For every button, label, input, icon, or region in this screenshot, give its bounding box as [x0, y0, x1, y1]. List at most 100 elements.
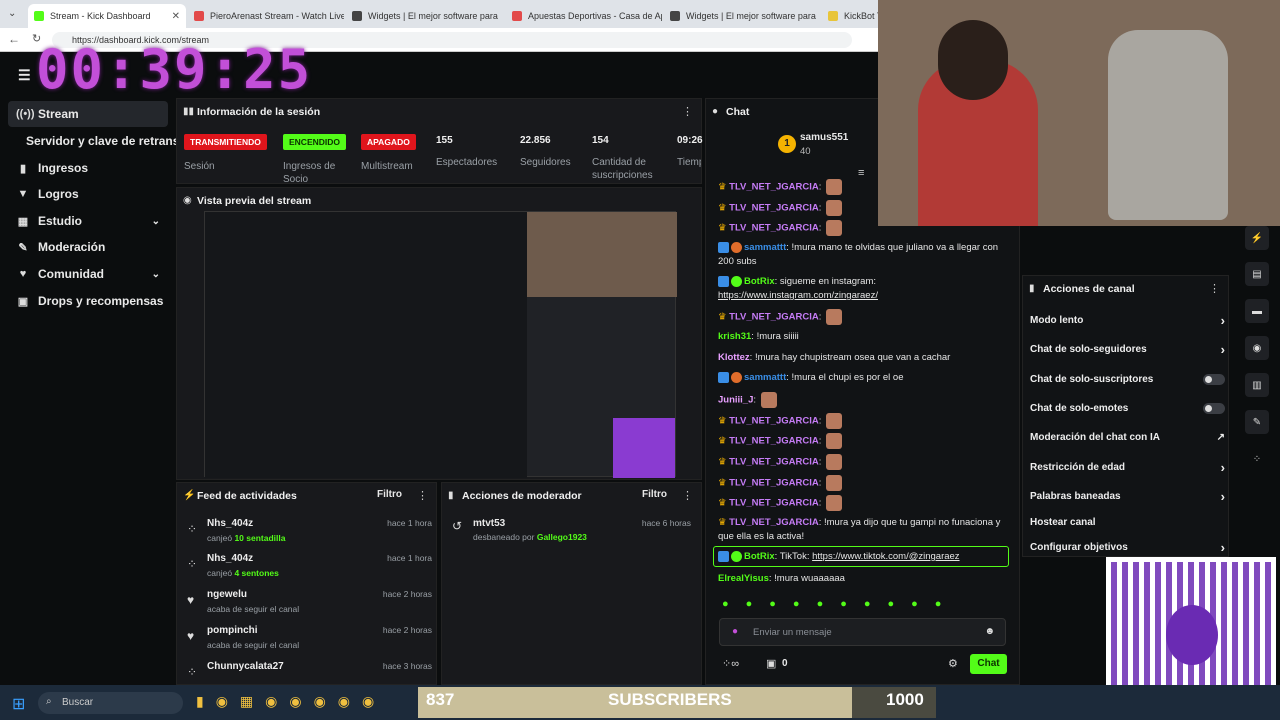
- action-ai-moderation[interactable]: Moderación del chat con IA ↗: [1030, 427, 1225, 447]
- broadcast-icon[interactable]: ◉: [1245, 336, 1269, 360]
- close-icon[interactable]: ✕: [172, 11, 180, 22]
- feed-user[interactable]: Nhs_404z: [207, 518, 253, 529]
- layout-icon[interactable]: ▥: [1245, 373, 1269, 397]
- kebab-menu-icon[interactable]: ⋮: [682, 105, 693, 118]
- sidebar-item-drops[interactable]: ▣ Drops y recompensas: [8, 288, 168, 314]
- chat-icon[interactable]: ▬: [1245, 299, 1269, 323]
- toggle-switch[interactable]: [1203, 373, 1225, 385]
- heart-icon: ♥: [19, 268, 27, 280]
- chat-username[interactable]: TLV_NET_JGARCIA: [729, 223, 819, 234]
- chat-username[interactable]: sammattt: [744, 372, 786, 383]
- tab-kickbot[interactable]: KickBot TT: [822, 4, 878, 28]
- wrench-icon[interactable]: ✎: [1245, 410, 1269, 434]
- points-icon[interactable]: ⁘: [1245, 447, 1269, 471]
- chat-username[interactable]: TLV_NET_JGARCIA: [729, 312, 819, 323]
- feed-time: hace 2 horas: [382, 589, 432, 599]
- filter-button[interactable]: Filtro: [377, 489, 402, 500]
- chat-username[interactable]: Juniii_J: [718, 395, 753, 406]
- preview-webcam: [527, 212, 677, 297]
- feed-user[interactable]: Nhs_404z: [207, 553, 253, 564]
- toggle-switch[interactable]: [1203, 402, 1225, 414]
- taskbar-app-icons[interactable]: ▮◉▦◉◉◉◉◉: [196, 693, 386, 710]
- back-icon[interactable]: ←: [8, 32, 20, 46]
- heart-icon: ♥: [187, 629, 195, 643]
- status-badge-session: TRANSMITIENDO: [184, 134, 267, 150]
- sidebar-item-stream[interactable]: ((•)) Stream: [8, 101, 168, 127]
- tab-list-chevron-icon[interactable]: ⌄: [8, 8, 16, 19]
- action-emotes-only[interactable]: Chat de solo-emotes: [1030, 398, 1225, 418]
- feed-user[interactable]: ngewelu: [207, 589, 247, 600]
- leaderboard-user[interactable]: samus551: [800, 132, 848, 143]
- chat-username[interactable]: TLV_NET_JGARCIA: [729, 517, 819, 528]
- chat-username[interactable]: Klottez: [718, 352, 750, 363]
- chat-username[interactable]: TLV_NET_JGARCIA: [729, 498, 819, 509]
- chevron-down-icon[interactable]: ⌄: [152, 269, 160, 280]
- tab-widgets-1[interactable]: Widgets | El mejor software para: [346, 4, 504, 28]
- chat-username[interactable]: BotRix: [744, 276, 775, 287]
- microphone-icon[interactable]: ●: [732, 626, 738, 637]
- crown-badge-icon: ♛: [718, 477, 730, 489]
- chat-message: ♛ TLV_NET_JGARCIA:: [718, 413, 1008, 429]
- feed-user[interactable]: pompinchi: [207, 625, 258, 636]
- chat-separator: :: [818, 477, 824, 489]
- stream-preview-video[interactable]: [204, 211, 677, 478]
- verified-icon: [718, 275, 729, 287]
- windows-start-icon[interactable]: ⊞: [12, 694, 25, 714]
- action-subscribers-only[interactable]: Chat de solo-suscriptores: [1030, 369, 1225, 389]
- panel-title: Feed de actividades: [197, 490, 297, 502]
- feed-user[interactable]: Chunnycalata27: [207, 661, 284, 672]
- kick-favicon: [34, 11, 44, 21]
- tab-pieroarenast[interactable]: PieroArenast Stream - Watch Live: [188, 4, 344, 28]
- tab-apuestas[interactable]: Apuestas Deportivas - Casa de Ap: [506, 4, 662, 28]
- chat-username[interactable]: TLV_NET_JGARCIA: [729, 478, 819, 489]
- filter-icon[interactable]: ≡: [858, 167, 864, 179]
- kebab-menu-icon[interactable]: ⋮: [417, 489, 428, 502]
- action-slow-mode[interactable]: Modo lento ›: [1030, 310, 1225, 330]
- crown-badge-icon: ♛: [718, 222, 730, 234]
- emoji-icon[interactable]: ☻: [984, 626, 995, 637]
- sidebar-item-ingresos[interactable]: ▮ Ingresos: [8, 155, 168, 181]
- action-followers-only[interactable]: Chat de solo-seguidores ›: [1030, 339, 1225, 359]
- send-chat-button[interactable]: Chat: [970, 654, 1007, 674]
- trophy-icon: ▼: [17, 188, 29, 200]
- sidebar-item-moderacion[interactable]: ✎ Moderación: [8, 234, 168, 260]
- chat-username[interactable]: TLV_NET_JGARCIA: [729, 203, 819, 214]
- sidebar-item-estudio[interactable]: ▦ Estudio ⌄: [8, 208, 168, 234]
- bolt-icon[interactable]: ⚡: [1245, 226, 1269, 250]
- sidebar-item-comunidad[interactable]: ♥ Comunidad ⌄: [8, 261, 168, 287]
- session-info-panel: ▮▮ Información de la sesión ⋮ TRANSMITIE…: [176, 98, 703, 185]
- chat-username[interactable]: TLV_NET_JGARCIA: [729, 436, 819, 447]
- kebab-menu-icon[interactable]: ⋮: [682, 489, 693, 502]
- fire-badge-icon: [731, 371, 742, 383]
- chat-username[interactable]: sammattt: [744, 242, 786, 253]
- gift-icon[interactable]: ▣: [766, 657, 776, 670]
- chevron-right-icon: ›: [1220, 341, 1225, 357]
- chat-username[interactable]: TLV_NET_JGARCIA: [729, 182, 819, 193]
- chevron-down-icon[interactable]: ⌄: [152, 216, 160, 227]
- mod-target-user[interactable]: mtvt53: [473, 518, 505, 529]
- chat-username[interactable]: TLV_NET_JGARCIA: [729, 457, 819, 468]
- document-icon[interactable]: ▤: [1245, 262, 1269, 286]
- stat-label: Sesión: [184, 161, 215, 172]
- tab-widgets-2[interactable]: Widgets | El mejor software para: [664, 4, 820, 28]
- sidebar-item-logros[interactable]: ▼ Logros: [8, 181, 168, 207]
- emote-quickbar[interactable]: ●●●●●●●●●●: [722, 598, 1012, 612]
- chat-username[interactable]: TLV_NET_JGARCIA: [729, 416, 819, 427]
- action-banned-words[interactable]: Palabras baneadas ›: [1030, 486, 1225, 506]
- gear-icon[interactable]: ⚙: [948, 657, 958, 670]
- sidebar-item-servidor[interactable]: Servidor y clave de retransmisión: [18, 128, 178, 154]
- filter-button[interactable]: Filtro: [642, 489, 667, 500]
- kebab-menu-icon[interactable]: ⋮: [1209, 282, 1220, 295]
- action-host-channel[interactable]: Hostear canal: [1030, 512, 1225, 532]
- chat-username[interactable]: krish31: [718, 331, 751, 342]
- action-age-restriction[interactable]: Restricción de edad ›: [1030, 457, 1225, 477]
- tab-kick-dashboard[interactable]: Stream - Kick Dashboard ✕: [28, 4, 186, 28]
- chat-message: Klottez: !mura hay chupistream osea que …: [718, 351, 1008, 365]
- chat-message: ♛ TLV_NET_JGARCIA:: [718, 454, 1008, 470]
- chat-username[interactable]: ElrealYisus: [718, 573, 769, 584]
- sidebar-item-label: Drops y recompensas: [38, 294, 164, 308]
- chat-link[interactable]: https://www.instagram.com/zingaraez/: [718, 290, 878, 301]
- action-configure-goals[interactable]: Configurar objetivos ›: [1030, 537, 1225, 557]
- chat-input[interactable]: ● Enviar un mensaje ☻: [719, 618, 1006, 646]
- taskbar-search[interactable]: ⌕ Buscar: [38, 692, 183, 714]
